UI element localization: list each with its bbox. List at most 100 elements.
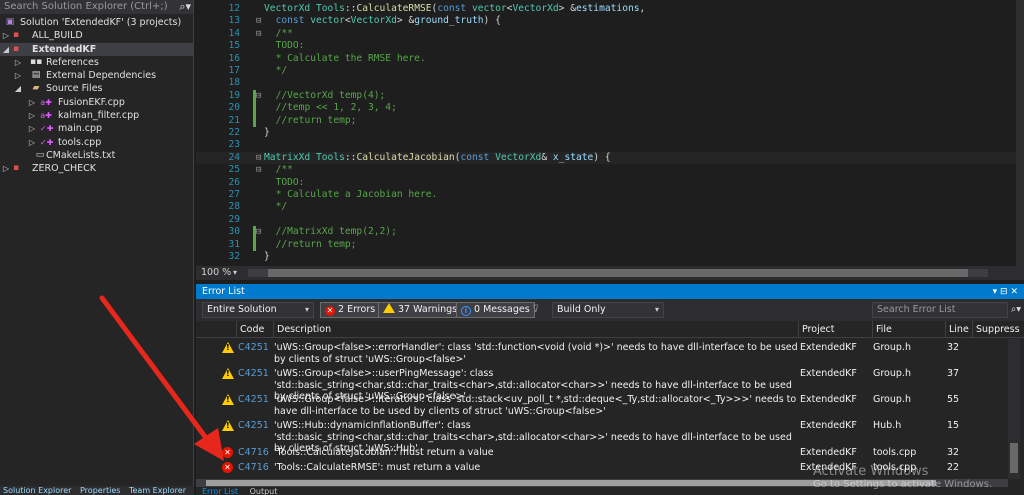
tree-item-label: main.cpp xyxy=(58,123,103,135)
chevron-down-icon[interactable]: ▾ xyxy=(233,266,237,280)
search-icon[interactable]: ⌕▾ xyxy=(179,0,191,14)
fold-toggle-icon[interactable]: ⊟ xyxy=(256,15,261,27)
fold-toggle-icon[interactable]: ⊟ xyxy=(256,28,261,40)
tab-error-list[interactable]: Error List xyxy=(196,487,244,495)
collapse-arrow-icon[interactable]: ◢ xyxy=(2,43,10,56)
code-text: TODO: xyxy=(275,40,305,52)
tree-item-external-dependencies[interactable]: ▷ ▤ External Dependencies xyxy=(0,69,193,82)
code-line[interactable]: 26 TODO: xyxy=(196,177,1016,189)
fold-toggle-icon[interactable]: ⊟ xyxy=(256,152,261,164)
error-code-link[interactable]: C4251 xyxy=(238,394,269,406)
code-line[interactable]: 19 ⊟ //VectorXd temp(4); xyxy=(196,89,1016,103)
tab-solution-explorer[interactable]: Solution Explorer xyxy=(0,486,74,495)
expand-arrow-icon[interactable]: ▷ xyxy=(28,109,36,122)
expand-arrow-icon[interactable]: ▷ xyxy=(28,136,36,149)
code-editor[interactable]: 12 VectorXd Tools::CalculateRMSE(const ve… xyxy=(196,0,1016,266)
editor-vertical-scrollbar[interactable] xyxy=(1016,0,1024,266)
error-code-link[interactable]: C4716 xyxy=(238,462,269,474)
code-line[interactable]: 20 //temp << 1, 2, 3, 4; xyxy=(196,102,1016,115)
code-line-current[interactable]: 24 ⊟ MatrixXd Tools::CalculateJacobian(con… xyxy=(196,151,1016,165)
build-filter-dropdown[interactable]: Build Only ▾ xyxy=(552,302,664,318)
code-line[interactable]: 27 * Calculate a Jacobian here. xyxy=(196,189,1016,201)
code-line[interactable]: 21 //return temp; xyxy=(196,114,1016,127)
tree-item-main[interactable]: ▷ ✓✚ main.cpp xyxy=(0,122,193,135)
error-icon: ✕ xyxy=(325,306,335,316)
tree-item-cmakelists[interactable]: ▭ CMakeLists.txt xyxy=(0,149,193,162)
column-line[interactable]: Line xyxy=(945,321,969,338)
code-line[interactable]: 18 xyxy=(196,77,1016,89)
tree-item-source-files[interactable]: ◢ ▰ Source Files xyxy=(0,82,193,95)
code-line[interactable]: 14 ⊟ /** xyxy=(196,28,1016,40)
messages-count: 0 Messages xyxy=(474,304,530,315)
error-list-search-input[interactable]: Search Error List ⌕▾ xyxy=(872,302,1021,318)
error-list-vertical-scrollbar[interactable] xyxy=(1008,339,1020,479)
code-line[interactable]: 12 VectorXd Tools::CalculateRMSE(const ve… xyxy=(196,3,1016,15)
search-icon[interactable]: ⌕▾ xyxy=(1011,303,1021,317)
tree-item-references[interactable]: ▷ ▪▪ References xyxy=(0,56,193,69)
code-line[interactable]: 29 xyxy=(196,214,1016,226)
error-project: ExtendedKF xyxy=(800,368,857,379)
tree-item-tools[interactable]: ▷ ✓✚ tools.cpp xyxy=(0,136,193,149)
code-line[interactable]: 23 xyxy=(196,139,1016,151)
scope-dropdown[interactable]: Entire Solution ▾ xyxy=(202,302,314,318)
code-line[interactable]: 16 * Calculate the RMSE here. xyxy=(196,53,1016,65)
editor-horizontal-scrollbar[interactable] xyxy=(248,269,988,277)
tree-item-all-build[interactable]: ▷ ▪ ALL_BUILD xyxy=(0,29,193,42)
expand-arrow-icon[interactable]: ▷ xyxy=(14,56,22,69)
code-line[interactable]: 31 //return temp; xyxy=(196,238,1016,251)
column-description[interactable]: Description xyxy=(273,321,331,338)
tab-output[interactable]: Output xyxy=(247,487,281,495)
collapse-arrow-icon[interactable]: ◢ xyxy=(14,82,22,95)
tab-team-explorer[interactable]: Team Explorer xyxy=(126,486,189,495)
code-line[interactable]: 30 ⊟ //MatrixXd temp(2,2); xyxy=(196,226,1016,239)
fold-toggle-icon[interactable]: ⊟ xyxy=(256,164,261,176)
watermark-subtitle: Go to Settings to activate Windows. xyxy=(813,479,993,490)
solution-explorer-panel: Search Solution Explorer (Ctrl+;) ⌕▾ ▣ S… xyxy=(0,0,194,495)
tree-item-zero-check[interactable]: ▷ ▪ ZERO_CHECK xyxy=(0,162,193,175)
zoom-level[interactable]: 100 % xyxy=(201,266,231,280)
errors-filter-button[interactable]: ✕ 2 Errors xyxy=(320,302,381,318)
expand-arrow-icon[interactable]: ▷ xyxy=(28,96,36,109)
scrollbar-thumb[interactable] xyxy=(1010,443,1018,473)
code-line[interactable]: 32} xyxy=(196,251,1016,263)
code-line[interactable]: 13 ⊟ const vector<VectorXd> &ground_truth… xyxy=(196,15,1016,27)
line-number: 28 xyxy=(228,201,240,213)
error-list-title-bar: Error List ▾ ⊟ ✕ xyxy=(196,285,1024,299)
tree-item-kalman-filter[interactable]: ▷ a✚ kalman_filter.cpp xyxy=(0,109,193,122)
code-text: //MatrixXd temp(2,2); xyxy=(275,226,397,238)
line-number: 26 xyxy=(228,176,240,188)
column-suppression[interactable]: Suppress xyxy=(972,321,1020,338)
solution-search-input[interactable]: Search Solution Explorer (Ctrl+;) ⌕▾ xyxy=(0,0,193,14)
error-code-link[interactable]: C4251 xyxy=(238,368,269,380)
error-line: 55 xyxy=(947,394,960,405)
tree-item-solution[interactable]: ▣ Solution 'ExtendedKF' (3 projects) xyxy=(0,16,193,29)
tree-item-fusionekf[interactable]: ▷ a✚ FusionEKF.cpp xyxy=(0,96,193,109)
warnings-filter-button[interactable]: 37 Warnings xyxy=(378,302,463,318)
error-file: Group.h xyxy=(873,342,911,353)
code-line[interactable]: 17 */ xyxy=(196,65,1016,77)
error-code-link[interactable]: C4251 xyxy=(238,342,269,354)
line-number: 29 xyxy=(228,213,240,225)
tree-item-extendedkf[interactable]: ◢ ▪ ExtendedKF xyxy=(0,42,193,56)
error-code-link[interactable]: C4251 xyxy=(238,420,269,432)
tab-properties[interactable]: Properties xyxy=(77,486,123,495)
expand-arrow-icon[interactable]: ▷ xyxy=(2,29,10,42)
code-text: const vector<VectorXd> &ground_truth) { xyxy=(275,15,501,27)
error-code-link[interactable]: C4716 xyxy=(238,447,269,459)
code-line[interactable]: 28 */ xyxy=(196,201,1016,213)
window-controls[interactable]: ▾ ⊟ ✕ xyxy=(993,285,1018,299)
fold-toggle-icon[interactable]: ⊟ xyxy=(256,226,261,238)
code-line[interactable]: 15 TODO: xyxy=(196,40,1016,52)
fold-toggle-icon[interactable]: ⊟ xyxy=(256,90,261,102)
messages-filter-button[interactable]: i0 Messages xyxy=(456,302,535,318)
expand-arrow-icon[interactable]: ▷ xyxy=(14,69,22,82)
code-line[interactable]: 25 ⊟ /** xyxy=(196,164,1016,176)
column-code[interactable]: Code xyxy=(236,321,264,338)
column-file[interactable]: File xyxy=(872,321,892,338)
editor-status-bar: 100 % ▾ xyxy=(196,266,1024,280)
column-project[interactable]: Project xyxy=(798,321,835,338)
expand-arrow-icon[interactable]: ▷ xyxy=(28,122,36,135)
code-line[interactable]: 22} xyxy=(196,127,1016,139)
filter-icon[interactable]: ⊽ xyxy=(532,304,539,315)
expand-arrow-icon[interactable]: ▷ xyxy=(2,162,10,175)
